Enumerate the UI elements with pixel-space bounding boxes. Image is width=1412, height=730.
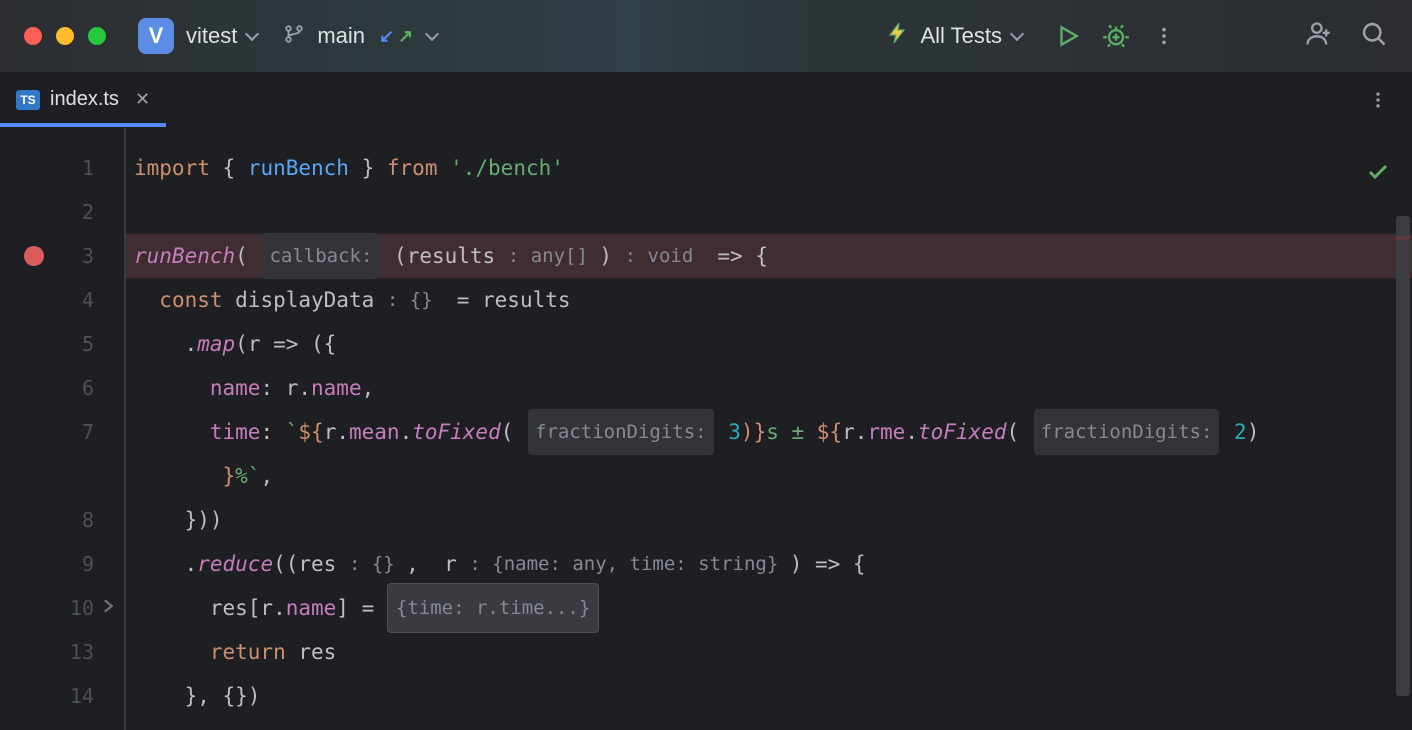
run-button[interactable]	[1048, 16, 1088, 56]
code-line[interactable]: .reduce((res : {} , r : {name: any, time…	[126, 542, 1412, 586]
project-badge[interactable]: V	[138, 18, 174, 54]
minimize-window-button[interactable]	[56, 27, 74, 45]
code-line[interactable]: }, {})	[126, 674, 1412, 718]
close-tab-button[interactable]: ✕	[135, 89, 150, 110]
inlay-hint: : {}	[349, 542, 406, 586]
code-line[interactable]: }))	[126, 498, 1412, 542]
code-line[interactable]: import { runBench } from './bench'	[126, 146, 1412, 190]
inlay-hint: : any[]	[508, 234, 600, 278]
project-name-dropdown[interactable]: vitest	[186, 23, 237, 49]
code-with-me-button[interactable]	[1304, 20, 1332, 53]
inspection-ok-icon[interactable]	[1366, 154, 1390, 198]
inlay-hint: fractionDigits:	[1034, 409, 1220, 455]
line-number[interactable]: 9	[0, 542, 124, 586]
line-number[interactable]: 10	[0, 586, 124, 630]
maximize-window-button[interactable]	[88, 27, 106, 45]
code-line[interactable]: }%`,	[126, 454, 1412, 498]
line-number[interactable]: 7	[0, 410, 124, 454]
window-controls	[24, 27, 106, 45]
chevron-down-icon	[1010, 27, 1024, 41]
line-number[interactable]: 6	[0, 366, 124, 410]
titlebar: V vitest main ↙↗ All Tests	[0, 0, 1412, 72]
gutter[interactable]: 1 2 3 4 5 6 7 8 9 10 13 14	[0, 128, 126, 730]
code-editor[interactable]: import { runBench } from './bench' runBe…	[126, 128, 1412, 730]
editor-tab-bar: TS index.ts ✕	[0, 72, 1412, 128]
scrollbar-thumb[interactable]	[1396, 216, 1410, 696]
inlay-hint: fractionDigits:	[528, 409, 714, 455]
editor-tab[interactable]: TS index.ts ✕	[0, 72, 166, 127]
search-everywhere-button[interactable]	[1360, 20, 1388, 53]
code-line[interactable]: res[r.name] = {time: r.time...}	[126, 586, 1412, 630]
chevron-down-icon	[245, 27, 259, 41]
line-number[interactable]: 4	[0, 278, 124, 322]
line-number[interactable]: 13	[0, 630, 124, 674]
breakpoint-icon[interactable]	[24, 246, 44, 266]
code-line[interactable]: return res	[126, 630, 1412, 674]
line-number[interactable]: 3	[0, 234, 124, 278]
code-line[interactable]: const displayData : {} = results	[126, 278, 1412, 322]
typescript-file-icon: TS	[16, 90, 40, 110]
tab-options-button[interactable]	[1344, 72, 1412, 127]
code-line[interactable]: .map(r => ({	[126, 322, 1412, 366]
inlay-hint: : {name: any, time: string}	[469, 542, 789, 586]
code-line[interactable]: time: `${r.mean.toFixed( fractionDigits:…	[126, 410, 1412, 454]
bolt-icon	[886, 21, 910, 52]
branch-icon	[283, 23, 305, 50]
inlay-hint: : {}	[387, 278, 444, 322]
run-configuration-dropdown[interactable]: All Tests	[886, 21, 1022, 52]
inlay-hint: callback:	[262, 233, 379, 279]
branch-name: main	[317, 23, 365, 49]
line-number[interactable]: 1	[0, 146, 124, 190]
line-number[interactable]: 5	[0, 322, 124, 366]
inlay-hint: : void	[625, 234, 705, 278]
code-line[interactable]: name: r.name,	[126, 366, 1412, 410]
code-line[interactable]	[126, 190, 1412, 234]
line-number[interactable]: 8	[0, 498, 124, 542]
more-actions-button[interactable]	[1144, 16, 1184, 56]
error-stripe-mark[interactable]	[1396, 236, 1410, 240]
close-window-button[interactable]	[24, 27, 42, 45]
vcs-branch-widget[interactable]: main ↙↗	[283, 23, 437, 50]
debug-button[interactable]	[1096, 16, 1136, 56]
vcs-update-icon[interactable]: ↙↗	[379, 26, 413, 47]
fold-expand-icon[interactable]	[102, 599, 116, 617]
line-number[interactable]	[0, 454, 124, 498]
chevron-down-icon	[425, 27, 439, 41]
line-number[interactable]: 2	[0, 190, 124, 234]
line-number[interactable]: 14	[0, 674, 124, 718]
editor-area: 1 2 3 4 5 6 7 8 9 10 13 14 import { runB…	[0, 128, 1412, 730]
code-line[interactable]: runBench( callback: (results : any[] ) :…	[126, 234, 1412, 278]
run-config-label: All Tests	[920, 23, 1002, 49]
folded-code-region[interactable]: {time: r.time...}	[387, 583, 599, 633]
tab-filename: index.ts	[50, 88, 119, 111]
